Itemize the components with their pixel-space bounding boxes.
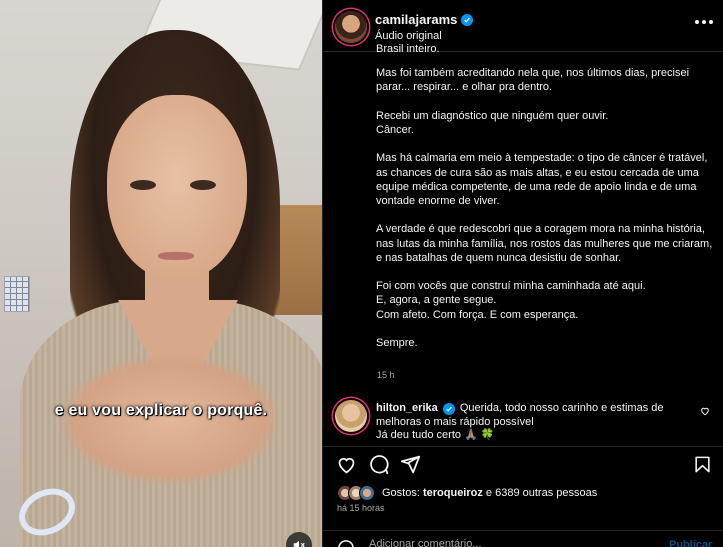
verified-icon: [442, 403, 455, 415]
emoji-icon[interactable]: [337, 539, 355, 547]
comment-like-heart-icon[interactable]: [700, 406, 710, 416]
author-username[interactable]: camilajarams: [375, 12, 474, 27]
wall-calendar: [4, 276, 30, 312]
comment-icon: [369, 454, 389, 474]
publish-button[interactable]: Publicar: [669, 539, 712, 547]
share-button[interactable]: [399, 453, 421, 475]
likes-prefix: Gostos:: [382, 487, 423, 499]
post-panel: camilajarams Áudio original Brasil intei…: [322, 0, 723, 547]
person-hands: [60, 355, 280, 485]
save-button[interactable]: [691, 453, 713, 475]
caption-paragraph: Foi com vocês que construí minha caminha…: [376, 279, 716, 322]
caption-line: E, agora, a gente segue.: [376, 294, 497, 307]
commenter-avatar[interactable]: [335, 400, 367, 432]
left-eye: [130, 180, 156, 190]
likes-rest[interactable]: e 6389 outras pessoas: [483, 487, 597, 499]
caption-timestamp: 15 h: [377, 370, 395, 380]
likes-text: Gostos: teroqueiroz e 6389 outras pessoa…: [382, 487, 597, 499]
caption-line: Com afeto. Com força. E com esperança.: [376, 308, 579, 321]
caption-paragraph: Mas há calmaria em meio à tempestade: o …: [376, 151, 716, 208]
right-eye: [190, 180, 216, 190]
mute-icon: [293, 540, 305, 547]
caption-paragraph: Mas foi também acreditando nela que, nos…: [376, 66, 716, 94]
mouth: [158, 252, 194, 260]
caption-line: Foi com vocês que construí minha caminha…: [376, 280, 646, 293]
comment-body-2: Já deu tudo certo 🙏🏽 🍀: [376, 429, 495, 441]
caption-line: Recebi um diagnóstico que ninguém quer o…: [376, 109, 609, 122]
caption-paragraph: Sempre.: [376, 336, 716, 350]
likes-first-user[interactable]: teroqueiroz: [423, 487, 483, 499]
comment-button[interactable]: [367, 453, 389, 475]
post-caption: Brasil inteiro. Mas foi também acreditan…: [376, 43, 716, 364]
share-icon: [400, 455, 420, 473]
caption-paragraph: A verdade é que redescobri que a coragem…: [376, 222, 716, 265]
author-username-text[interactable]: camilajarams: [375, 12, 457, 27]
caption-line: Mas há calmaria em meio à tempestade: o …: [376, 152, 708, 207]
more-icon[interactable]: [695, 20, 715, 30]
heart-icon: [338, 457, 354, 473]
action-bar: [323, 446, 723, 478]
caption-line: Mas foi também acreditando nela que, nos…: [376, 67, 690, 94]
caption-paragraph: Recebi um diagnóstico que ninguém quer o…: [376, 109, 716, 137]
comment-input[interactable]: [369, 538, 649, 547]
bookmark-icon: [694, 456, 710, 472]
commenter-username[interactable]: hilton_erika: [376, 402, 438, 414]
likes-summary[interactable]: Gostos: teroqueiroz e 6389 outras pessoa…: [337, 484, 597, 502]
caption-line: Câncer.: [376, 124, 414, 136]
verified-icon: [461, 13, 474, 26]
comment-text: hilton_erika Querida, todo nosso carinho…: [376, 402, 696, 443]
liker-avatar: [359, 485, 375, 501]
author-avatar[interactable]: [335, 11, 367, 43]
caption-line: Sempre.: [376, 336, 418, 349]
audio-label[interactable]: Áudio original: [375, 30, 442, 42]
caption-line: A verdade é que redescobri que a coragem…: [376, 223, 713, 264]
caption-partial-line: Brasil inteiro.: [376, 43, 440, 55]
add-comment-bar: Publicar: [323, 530, 723, 547]
caption-paragraphs: Mas foi também acreditando nela que, nos…: [376, 66, 716, 350]
video-caption-overlay: e eu vou explicar o porquê.: [54, 402, 268, 419]
like-button[interactable]: [335, 453, 357, 475]
post-timestamp[interactable]: há 15 horas: [337, 503, 385, 513]
reel-video[interactable]: e eu vou explicar o porquê.: [0, 0, 322, 547]
